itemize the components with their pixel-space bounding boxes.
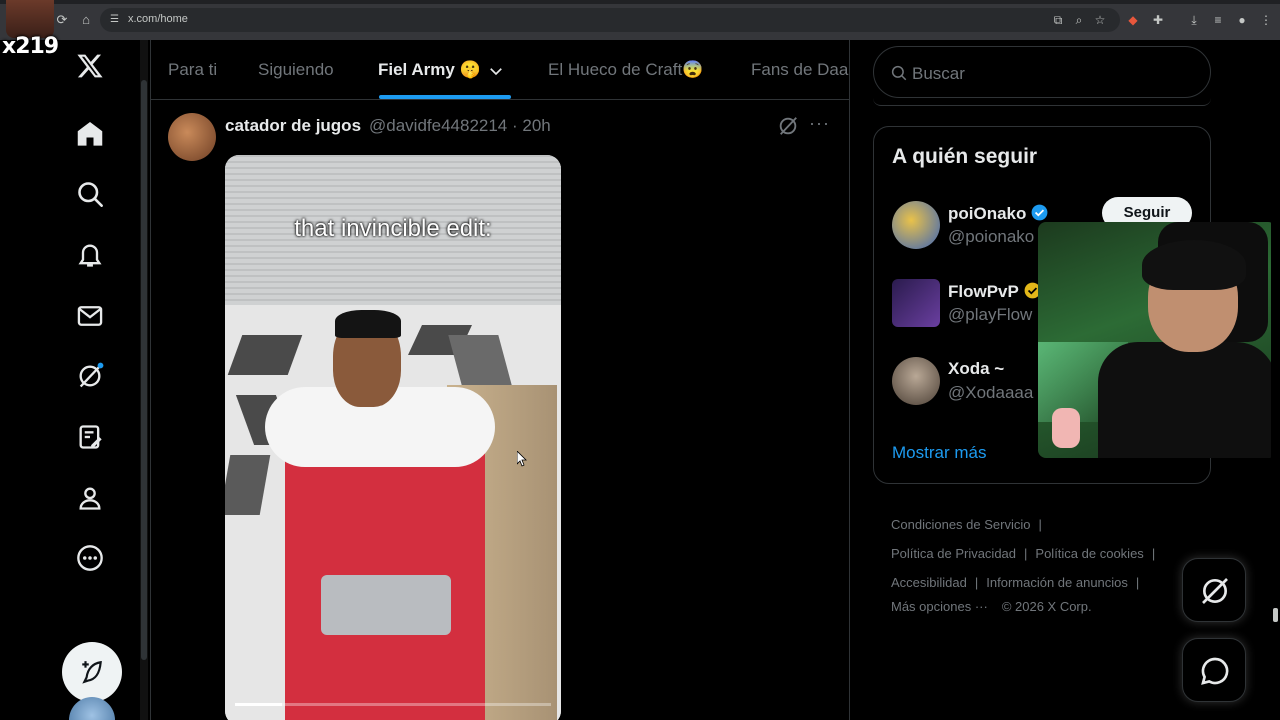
- show-more-link[interactable]: Mostrar más: [892, 443, 986, 463]
- install-icon[interactable]: ⧉: [1050, 12, 1066, 28]
- tab-fiel-army[interactable]: Fiel Army 🤫: [378, 60, 505, 80]
- avatar[interactable]: [892, 279, 940, 327]
- webcam-overlay: [1038, 222, 1276, 458]
- zoom-icon[interactable]: ⌕: [1071, 12, 1087, 28]
- grok-icon: [1202, 578, 1228, 604]
- main-timeline: Para ti Siguiendo Fiel Army 🤫 El Hueco d…: [150, 40, 850, 720]
- extension-icon[interactable]: ◆: [1125, 12, 1141, 28]
- profile-icon[interactable]: ●: [1234, 12, 1250, 28]
- bell-icon[interactable]: [76, 241, 108, 273]
- address-bar[interactable]: ☰ x.com/home: [100, 8, 1120, 32]
- chevron-down-icon[interactable]: [487, 62, 505, 80]
- url-text: x.com/home: [128, 13, 188, 25]
- right-scrollbar-thumb[interactable]: [1273, 608, 1278, 622]
- streamer-badge: x219: [0, 0, 59, 62]
- home-browser-icon[interactable]: ⌂: [78, 12, 94, 28]
- download-icon[interactable]: ⤓: [1186, 12, 1202, 28]
- lists-icon[interactable]: [76, 423, 108, 455]
- suggestion-name-text: poiOnako: [948, 204, 1027, 223]
- mail-icon[interactable]: [76, 302, 108, 334]
- footer-link[interactable]: Información de anuncios: [986, 575, 1128, 590]
- verified-badge-icon: [1031, 204, 1048, 221]
- tab-fiel-army-label: Fiel Army 🤫: [378, 60, 481, 79]
- chat-floating-button[interactable]: [1182, 638, 1246, 702]
- more-options-icon[interactable]: ···: [809, 113, 830, 134]
- avatar[interactable]: [892, 201, 940, 249]
- home-icon[interactable]: [76, 120, 108, 152]
- extensions-puzzle-icon[interactable]: ✚: [1150, 12, 1166, 28]
- post-handle-time[interactable]: @davidfe4482214 · 20h: [369, 116, 551, 136]
- suggestion-name[interactable]: Xoda ~: [948, 359, 1004, 379]
- person-icon[interactable]: [76, 484, 108, 516]
- streamer-avatar: [6, 0, 54, 38]
- left-scrollbar-thumb[interactable]: [141, 80, 147, 660]
- bookmark-star-icon[interactable]: ☆: [1092, 12, 1108, 28]
- webcam-sticker: [1052, 408, 1080, 448]
- video-caption: that invincible edit:: [294, 215, 492, 242]
- video-person-belt: [321, 575, 451, 635]
- suggestion-handle: @poionako: [948, 227, 1035, 246]
- more-circle-icon[interactable]: [76, 544, 108, 576]
- suggestion-handle: @playFlow: [948, 305, 1033, 324]
- grok-icon[interactable]: [76, 362, 108, 394]
- search-placeholder: Buscar: [912, 64, 965, 83]
- copyright: © 2026 X Corp.: [1001, 599, 1092, 614]
- post[interactable]: catador de jugos @davidfe4482214 · 20h ·…: [151, 101, 849, 720]
- search-icon: [891, 65, 907, 81]
- site-info-icon[interactable]: ☰: [110, 14, 122, 26]
- suggestion-name[interactable]: FlowPvP: [948, 281, 1042, 302]
- sidebar-footer: Condiciones de Servicio | Política de Pri…: [891, 517, 1156, 614]
- video-person-hair: [335, 310, 401, 338]
- chat-bubble-icon: [1201, 657, 1229, 685]
- search-icon[interactable]: [76, 180, 108, 212]
- previous-card-edge: [873, 98, 1211, 106]
- suggestion-name-text: FlowPvP: [948, 282, 1019, 301]
- footer-link[interactable]: Política de Privacidad: [891, 546, 1016, 561]
- tab-fans-de-daa[interactable]: Fans de Daa: [751, 60, 848, 80]
- left-sidebar: [0, 40, 150, 720]
- grok-icon[interactable]: [777, 115, 799, 137]
- tab-el-hueco-de-craft[interactable]: El Hueco de Craft😨: [548, 60, 703, 80]
- suggestion-handle: @Xodaaaa: [948, 383, 1034, 402]
- post-author-name[interactable]: catador de jugos: [225, 116, 361, 136]
- reading-list-icon[interactable]: ≡: [1210, 12, 1226, 28]
- x-logo-icon[interactable]: [76, 52, 108, 84]
- feather-plus-icon: [82, 660, 102, 684]
- webcam-hair: [1142, 240, 1246, 290]
- video-progress-bar[interactable]: [235, 703, 551, 706]
- timeline-tabs: Para ti Siguiendo Fiel Army 🤫 El Hueco d…: [151, 40, 849, 100]
- footer-link[interactable]: Política de cookies: [1035, 546, 1143, 561]
- search-input[interactable]: Buscar: [873, 46, 1211, 98]
- tab-siguiendo[interactable]: Siguiendo: [258, 60, 334, 80]
- streamer-name: x219: [2, 34, 59, 59]
- video-progress-fill: [235, 703, 283, 706]
- avatar[interactable]: [892, 357, 940, 405]
- footer-link[interactable]: Más opciones ···: [891, 599, 988, 614]
- grok-floating-button[interactable]: [1182, 558, 1246, 622]
- post-author-avatar[interactable]: [168, 113, 216, 161]
- footer-link[interactable]: Accesibilidad: [891, 575, 967, 590]
- footer-link[interactable]: Condiciones de Servicio: [891, 517, 1030, 532]
- webcam-body: [1098, 342, 1276, 458]
- post-video[interactable]: that invincible edit:: [225, 155, 561, 720]
- menu-dots-icon[interactable]: ⋮: [1258, 12, 1274, 28]
- browser-toolbar: ⟳ ⌂ ☰ x.com/home ⧉ ⌕ ☆ ◆ ✚ ⤓ ≡ ● ⋮: [0, 0, 1280, 40]
- suggestion-name[interactable]: poiOnako: [948, 203, 1049, 224]
- compose-button[interactable]: [62, 642, 122, 702]
- mouse-cursor-icon: [517, 451, 527, 467]
- who-to-follow-title: A quién seguir: [892, 145, 1038, 168]
- browser-tabstrip: [0, 0, 1280, 4]
- active-tab-indicator: [379, 95, 511, 99]
- tab-para-ti[interactable]: Para ti: [168, 60, 217, 80]
